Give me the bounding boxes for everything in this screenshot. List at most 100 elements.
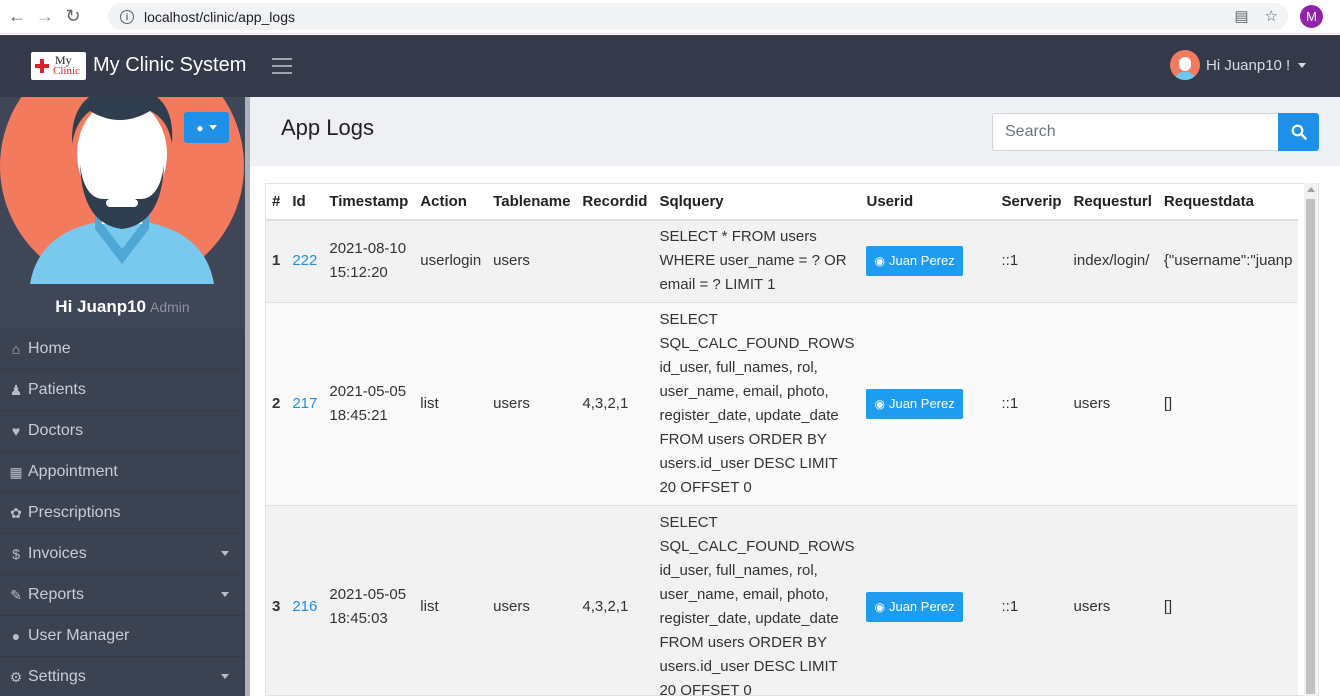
address-url: localhost/clinic/app_logs [144,8,295,25]
col-header-recordid[interactable]: Recordid [576,184,654,221]
edit-icon: ✎ [10,586,22,603]
pills-icon: ✿ [10,504,22,521]
eye-icon: ◉ [874,254,885,269]
view-user-button[interactable]: ◉ Juan Perez [866,388,963,419]
home-icon: ⌂ [11,341,21,357]
row-serverip: ::1 [995,219,1068,302]
calendar-icon: ▦ [9,463,23,480]
chevron-down-icon [221,592,229,597]
col-header-userid[interactable]: Userid [860,184,996,221]
chevron-down-icon [221,551,229,556]
row-userid-cell: ◉ Juan Perez [860,504,996,695]
table-header-row: # Id Timestamp Action Tablename Recordid… [266,184,1299,221]
user-menu-toggle[interactable]: Hi Juanp10 ! [1170,50,1307,80]
table-row: 1 222 2021-08-10 15:12:20 userlogin users… [266,219,1299,302]
row-number: 1 [266,219,287,302]
sidebar-item-prescriptions[interactable]: ✿ Prescriptions [0,493,245,534]
profile-dropdown-button[interactable]: ● [184,112,229,143]
hamburger-menu-icon[interactable] [272,58,292,74]
user-role: Admin [150,299,190,315]
sidebar-item-doctors[interactable]: ♥ Doctors [0,411,245,452]
scroll-up-icon[interactable] [1307,187,1315,192]
forward-icon[interactable]: → [34,6,56,28]
row-sqlquery: SELECT * FROM users WHERE user_name = ? … [653,219,861,302]
sidebar-user-name: Hi Juanp10 Admin [55,297,190,316]
col-header-timestamp[interactable]: Timestamp [323,184,415,221]
brand-title[interactable]: My Clinic System [93,54,246,77]
col-header-num[interactable]: # [266,184,287,221]
brand-logo[interactable]: My Clinic [31,52,86,80]
chevron-down-icon [221,674,229,679]
page-header: App Logs [250,97,1340,166]
row-number: 2 [266,301,287,505]
row-requesturl: users [1067,301,1158,505]
logo-text-bottom: Clinic [53,65,80,77]
sidebar-item-appointment[interactable]: ▦ Appointment [0,452,245,493]
col-header-action[interactable]: Action [414,184,488,221]
table-row: 2 217 2021-05-05 18:45:21 list users 4,3,… [266,301,1299,505]
row-id-cell: 217 [286,301,324,505]
search-input[interactable] [992,113,1278,151]
main-content: App Logs # Id Timestamp Action [250,97,1340,696]
sidebar: ● Hi Juanp10 Admin ⌂ Home ♟ Patients ♥ Do… [0,97,245,696]
sidebar-item-settings[interactable]: ⚙ Settings [0,657,245,696]
sidebar-item-invoices[interactable]: $ Invoices [0,534,245,575]
col-header-sqlquery[interactable]: Sqlquery [653,184,861,221]
translate-icon[interactable]: ▤ [1234,7,1248,25]
sidebar-item-home[interactable]: ⌂ Home [0,329,245,370]
user-icon: ● [196,120,204,135]
row-action: userlogin [414,219,488,302]
row-id-cell: 216 [286,504,324,695]
medical-cross-icon [35,59,49,73]
chevron-down-icon [1298,62,1307,68]
search-icon [1291,124,1307,140]
chevron-down-icon [208,125,217,130]
col-header-id[interactable]: Id [286,184,324,221]
row-id-link[interactable]: 217 [292,395,317,412]
view-user-button[interactable]: ◉ Juan Perez [866,246,963,277]
eye-icon: ◉ [874,599,885,614]
content-area: # Id Timestamp Action Tablename Recordid… [250,166,1340,696]
search-button[interactable] [1278,113,1319,151]
row-number: 3 [266,504,287,695]
row-id-link[interactable]: 222 [292,252,317,269]
info-icon[interactable]: i [120,9,134,24]
row-tablename: users [487,504,577,695]
address-bar[interactable]: i localhost/clinic/app_logs ▤ ☆ [108,3,1288,30]
col-header-requesturl[interactable]: Requesturl [1067,184,1158,221]
browser-profile-avatar[interactable]: M [1300,5,1323,28]
row-recordid: 4,3,2,1 [576,504,654,695]
view-user-button[interactable]: ◉ Juan Perez [866,591,963,622]
top-navbar: My Clinic My Clinic System Hi Juanp10 ! [0,35,1340,97]
row-recordid: 4,3,2,1 [576,301,654,505]
row-id-link[interactable]: 216 [292,598,317,615]
star-icon[interactable]: ☆ [1265,7,1278,25]
sidebar-item-reports[interactable]: ✎ Reports [0,575,245,616]
back-icon[interactable]: ← [6,6,28,28]
row-userid-cell: ◉ Juan Perez [860,301,996,505]
row-tablename: users [487,301,577,505]
page-title: App Logs [281,115,374,140]
reload-icon[interactable]: ↻ [62,6,84,28]
row-action: list [414,301,488,505]
col-header-tablename[interactable]: Tablename [487,184,577,221]
col-header-requestdata[interactable]: Requestdata [1157,184,1299,221]
row-timestamp: 2021-08-10 15:12:20 [323,219,415,302]
sidebar-item-patients[interactable]: ♟ Patients [0,370,245,411]
row-requestdata: {"username":"juanp [1157,219,1299,302]
row-tablename: users [487,219,577,302]
row-serverip: ::1 [995,301,1068,505]
row-userid-cell: ◉ Juan Perez [860,219,996,302]
row-requestdata: [] [1157,504,1299,695]
user-plus-icon: ♟ [9,381,23,398]
eye-icon: ◉ [874,396,885,411]
row-serverip: ::1 [995,504,1068,695]
heartbeat-icon: ♥ [11,423,21,439]
sidebar-item-user-manager[interactable]: ● User Manager [0,616,245,657]
users-icon: ● [11,628,21,644]
col-header-serverip[interactable]: Serverip [995,184,1068,221]
sidebar-profile: ● Hi Juanp10 Admin [0,97,245,329]
scrollbar-thumb[interactable] [1306,199,1315,694]
row-requesturl: index/login/ [1067,219,1158,302]
table-scrollbar[interactable] [1304,183,1317,696]
